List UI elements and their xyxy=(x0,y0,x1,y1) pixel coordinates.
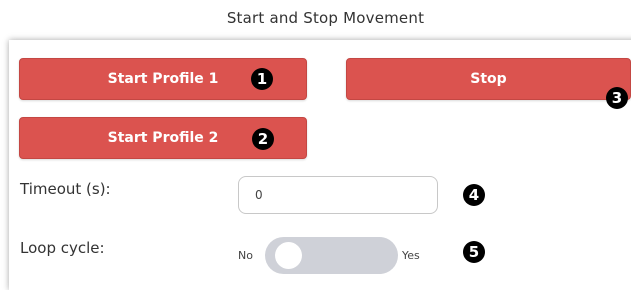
timeout-input[interactable]: 0 xyxy=(238,176,438,214)
marker-3-badge: 3 xyxy=(606,87,628,109)
marker-2-badge: 2 xyxy=(252,128,274,150)
toggle-off-label: No xyxy=(238,249,253,262)
toggle-knob[interactable] xyxy=(275,242,302,269)
loop-cycle-label: Loop cycle: xyxy=(20,239,105,257)
timeout-label: Timeout (s): xyxy=(20,180,111,198)
toggle-on-label: Yes xyxy=(402,249,420,262)
marker-4-badge: 4 xyxy=(463,184,485,206)
marker-5-badge: 5 xyxy=(463,241,485,263)
stop-button[interactable]: Stop xyxy=(346,58,631,100)
panel-title: Start and Stop Movement xyxy=(226,9,425,27)
marker-1-badge: 1 xyxy=(251,68,273,90)
